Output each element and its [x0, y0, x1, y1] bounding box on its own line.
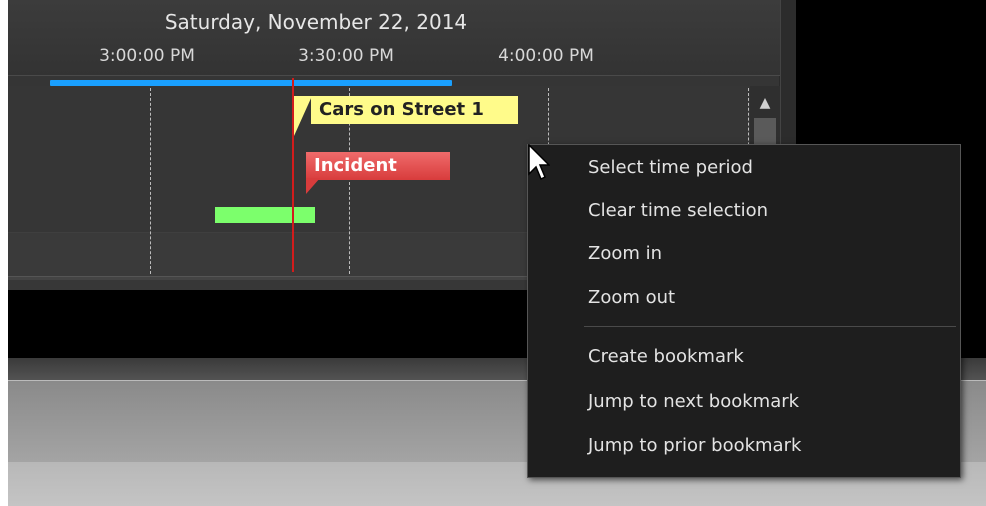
context-menu: Select time period Clear time selection … [527, 144, 961, 478]
bookmark-pointer [294, 96, 312, 136]
menu-item-zoom-in[interactable]: Zoom in [588, 239, 662, 269]
event-bar[interactable] [215, 207, 315, 223]
bookmark-incident[interactable]: Incident [306, 152, 450, 180]
menu-item-select-time-period[interactable]: Select time period [588, 153, 753, 183]
tick-label-4-00: 4:00:00 PM [498, 46, 594, 66]
chevron-up-icon[interactable]: ▲ [752, 90, 778, 116]
tick-label-3-30: 3:30:00 PM [298, 46, 394, 66]
tick-label-3-00: 3:00:00 PM [99, 46, 195, 66]
menu-separator [584, 326, 956, 327]
menu-item-clear-time-selection[interactable]: Clear time selection [588, 196, 768, 226]
bookmark-pointer [306, 178, 320, 194]
mouse-pointer-icon [528, 144, 550, 181]
timeline-date: Saturday, November 22, 2014 [164, 10, 468, 34]
menu-item-jump-prior-bookmark[interactable]: Jump to prior bookmark [588, 431, 801, 461]
app-canvas: Saturday, November 22, 2014 3:00:00 PM 3… [0, 0, 986, 506]
menu-item-create-bookmark[interactable]: Create bookmark [588, 342, 744, 372]
grid-line [150, 88, 151, 274]
playhead-line[interactable] [292, 78, 294, 272]
timeline-header: Saturday, November 22, 2014 3:00:00 PM 3… [8, 0, 780, 76]
menu-item-jump-next-bookmark[interactable]: Jump to next bookmark [588, 387, 799, 417]
menu-item-zoom-out[interactable]: Zoom out [588, 283, 675, 313]
bookmark-cars-on-street[interactable]: Cars on Street 1 [311, 96, 518, 124]
